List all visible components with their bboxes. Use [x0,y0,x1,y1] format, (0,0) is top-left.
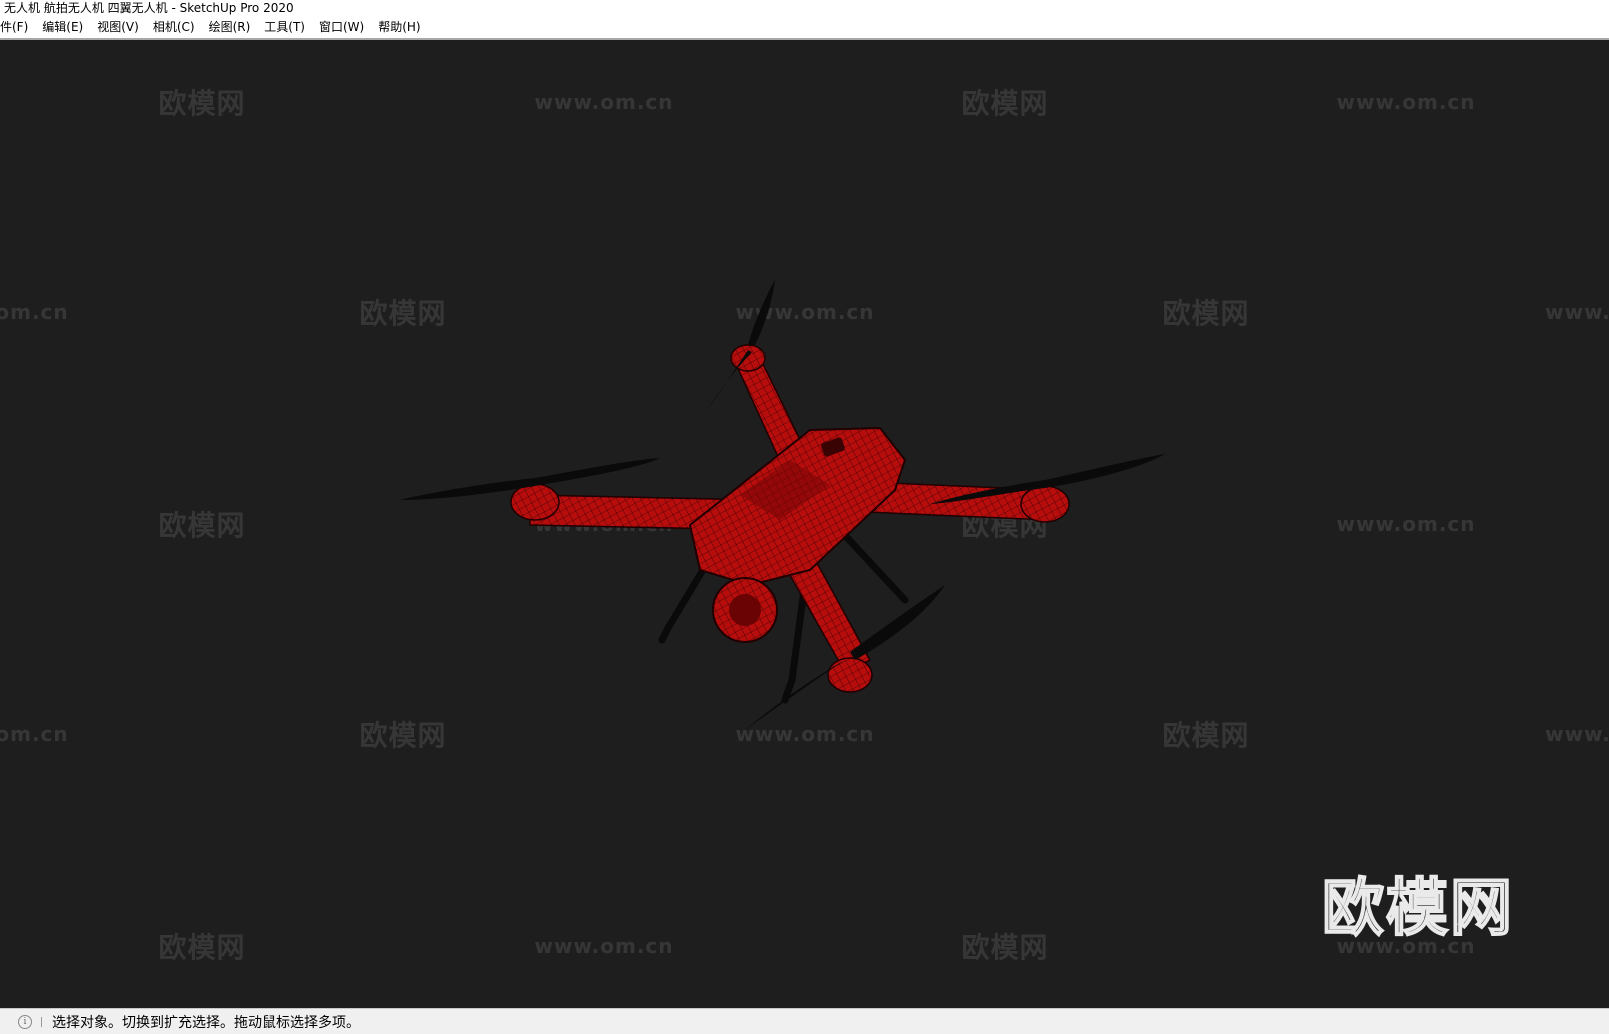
menu-window[interactable]: 窗口(W) [312,16,371,38]
info-icon[interactable]: i [18,1014,32,1029]
menu-draw[interactable]: 绘图(R) [202,16,258,38]
menu-view[interactable]: 视图(V) [90,16,146,38]
status-bar: i 选择对象。切换到扩充选择。拖动鼠标选择多项。 [0,1008,1609,1034]
menu-file[interactable]: 件(F) [0,16,35,38]
menu-help[interactable]: 帮助(H) [371,16,427,38]
menu-edit[interactable]: 编辑(E) [35,16,90,38]
3d-viewport[interactable]: 欧模网 www.om.cn 欧模网 www.om.cn om.cn 欧模网 ww… [0,40,1609,1008]
window-title: 无人机 航拍无人机 四翼无人机 - SketchUp Pro 2020 [0,0,1609,16]
menu-camera[interactable]: 相机(C) [146,16,202,38]
gimbal-camera [712,577,778,643]
brand-logo-watermark: 欧模网 [1321,870,1515,945]
status-divider [41,1016,42,1027]
menu-bar: 件(F) 编辑(E) 视图(V) 相机(C) 绘图(R) 工具(T) 窗口(W)… [0,16,1609,40]
menu-tools[interactable]: 工具(T) [257,16,312,38]
status-text: 选择对象。切换到扩充选择。拖动鼠标选择多项。 [52,1014,360,1031]
